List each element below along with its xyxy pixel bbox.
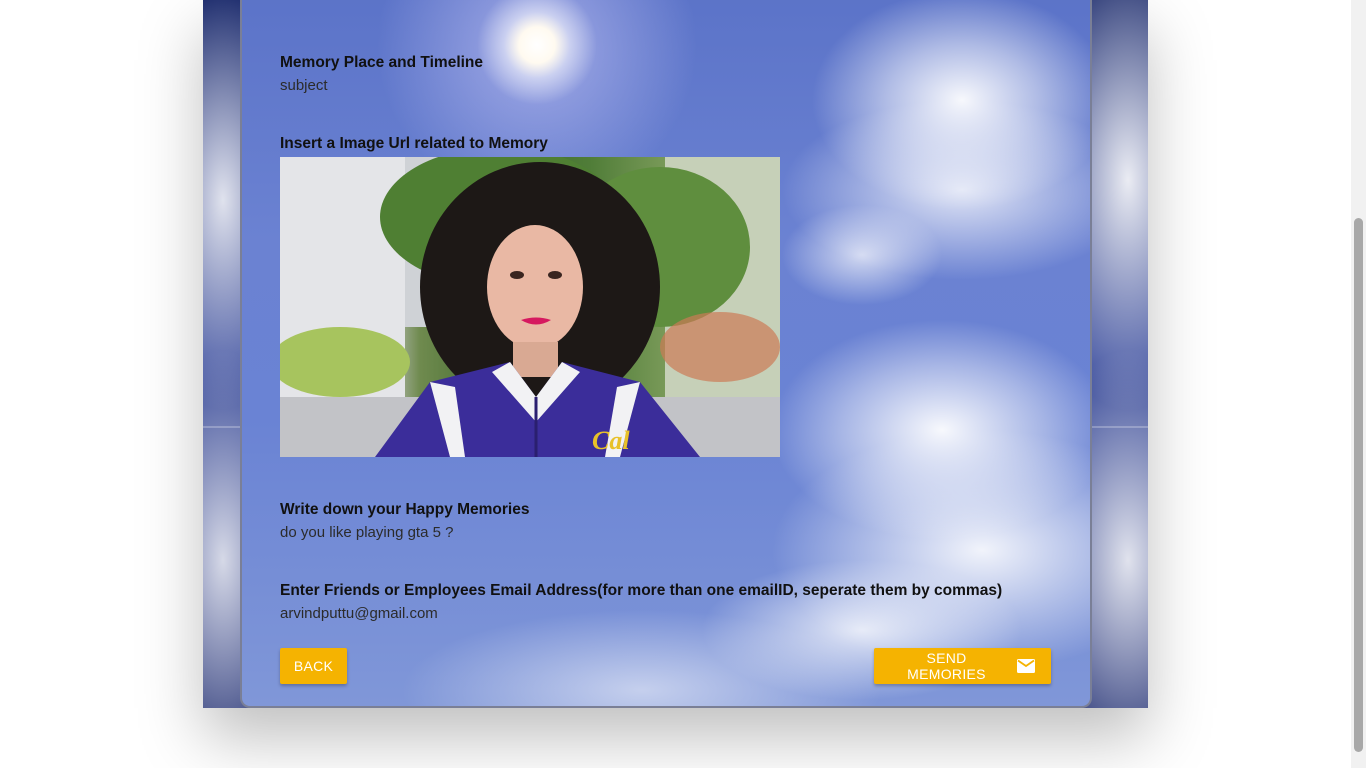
memory-photo-illustration: Cal bbox=[280, 157, 780, 457]
title-value[interactable]: title bbox=[280, 0, 303, 4]
subject-value[interactable]: subject bbox=[280, 77, 328, 94]
mail-icon bbox=[1017, 659, 1035, 673]
subject-label: Memory Place and Timeline bbox=[280, 54, 484, 71]
memory-image: Cal bbox=[280, 157, 780, 457]
image-url-label: Insert a Image Url related to Memory bbox=[280, 135, 548, 152]
memory-form-card: title Memory Place and Timeline subject … bbox=[240, 0, 1092, 708]
back-button[interactable]: BACK bbox=[280, 648, 347, 684]
send-memories-label: SEND MEMORIES bbox=[907, 650, 986, 682]
emails-label: Enter Friends or Employees Email Address… bbox=[280, 582, 1003, 599]
emails-value[interactable]: arvindputtu@gmail.com bbox=[280, 605, 438, 622]
back-button-label: BACK bbox=[293, 658, 334, 674]
send-memories-button[interactable]: SEND MEMORIES bbox=[874, 648, 1051, 684]
page-scrollbar[interactable] bbox=[1351, 0, 1366, 768]
memories-label: Write down your Happy Memories bbox=[280, 501, 530, 518]
jacket-logo: Cal bbox=[592, 426, 630, 455]
memories-value[interactable]: do you like playing gta 5 ? bbox=[280, 524, 453, 541]
scrollbar-thumb[interactable] bbox=[1354, 218, 1363, 752]
